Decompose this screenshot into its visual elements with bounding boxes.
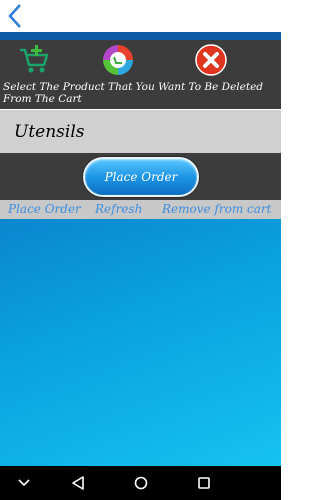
back-arrow-icon	[8, 4, 21, 28]
back-button[interactable]	[4, 2, 26, 30]
refresh-link[interactable]: Refresh	[95, 202, 142, 216]
nav-recents-button[interactable]	[193, 472, 215, 494]
action-toolbar	[0, 40, 281, 79]
back-triangle-icon	[72, 476, 84, 490]
accent-stripe	[0, 32, 281, 40]
refresh-circle-icon	[103, 45, 133, 75]
home-circle-icon	[134, 476, 148, 490]
nav-back-button[interactable]	[67, 472, 89, 494]
top-bar	[0, 0, 281, 33]
add-to-cart-button[interactable]	[16, 42, 52, 78]
chevron-down-icon	[18, 479, 30, 487]
collapse-button[interactable]	[13, 472, 35, 494]
refresh-button[interactable]	[100, 42, 136, 78]
recents-square-icon	[198, 477, 210, 489]
content-area	[0, 219, 281, 466]
add-to-cart-icon	[20, 45, 49, 73]
product-name: Utensils	[14, 121, 85, 142]
product-list-item[interactable]: Utensils	[0, 110, 281, 153]
links-bar: Place Order Refresh Remove from cart	[0, 200, 281, 219]
nav-home-button[interactable]	[130, 472, 152, 494]
remove-from-cart-link[interactable]: Remove from cart	[162, 202, 271, 216]
system-nav-bar	[0, 466, 281, 500]
close-circle-icon	[195, 44, 227, 76]
close-button[interactable]	[193, 42, 229, 78]
place-order-link[interactable]: Place Order	[8, 202, 81, 216]
instruction-text: Select The Product That You Want To Be D…	[0, 79, 281, 109]
place-order-button[interactable]: Place Order	[83, 157, 199, 197]
order-area: Place Order	[0, 153, 281, 200]
